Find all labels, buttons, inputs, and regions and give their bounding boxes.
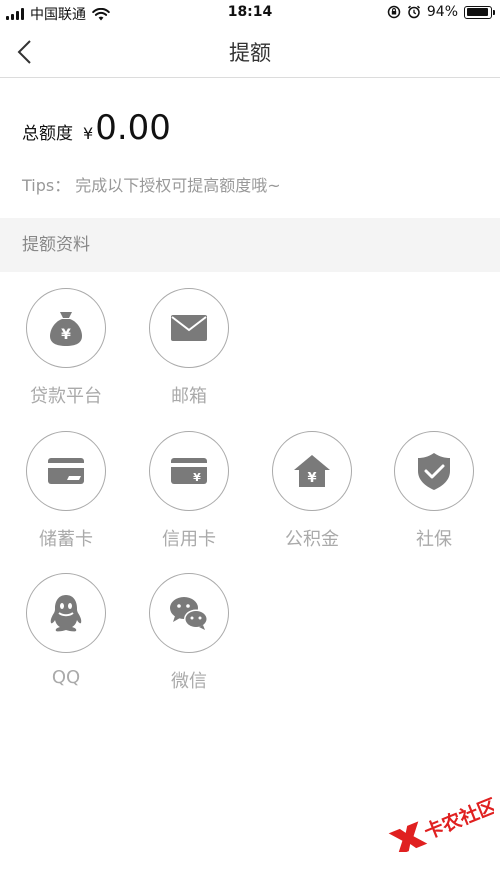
svg-text:¥: ¥ <box>193 471 201 484</box>
amount-value: 0.00 <box>95 108 171 148</box>
item-debit-card[interactable]: 储蓄卡 <box>5 431 127 551</box>
svg-text:¥: ¥ <box>307 471 316 486</box>
item-label: 社保 <box>416 529 452 550</box>
status-bar: 中国联通 18:14 94% <box>0 0 500 26</box>
item-circle <box>26 573 106 653</box>
item-circle <box>394 431 474 511</box>
battery-percent: 94% <box>426 4 458 20</box>
watermark-logo: 卡农社区 <box>382 792 500 856</box>
item-credit-card[interactable]: ¥ 信用卡 <box>128 431 250 551</box>
item-qq[interactable]: QQ <box>5 573 127 688</box>
tips-text: Tips： 完成以下授权可提高额度哦~ <box>22 176 281 195</box>
item-wechat[interactable]: 微信 <box>128 573 250 693</box>
shield-check-icon <box>418 453 450 490</box>
nav-bar: 提额 <box>0 26 500 78</box>
phone-screen: 中国联通 18:14 94% 提额 总额度 ¥ 0.00 Tips： 完成以下授… <box>0 0 500 888</box>
item-circle <box>26 431 106 511</box>
rotation-lock-icon <box>387 5 401 19</box>
item-circle <box>149 288 229 368</box>
item-label: 公积金 <box>285 529 339 550</box>
item-label: 贷款平台 <box>30 386 102 407</box>
item-loan-platform[interactable]: ¥ 贷款平台 <box>5 288 127 408</box>
item-label: 微信 <box>171 671 207 692</box>
page-title: 提额 <box>229 41 271 65</box>
money-bag-icon: ¥ <box>50 312 82 346</box>
svg-text:¥: ¥ <box>61 327 71 343</box>
house-fund-icon: ¥ <box>294 455 330 487</box>
total-amount: 总额度 ¥ 0.00 <box>22 108 171 148</box>
section-header: 提额资料 <box>0 218 500 272</box>
item-circle: ¥ <box>26 288 106 368</box>
envelope-icon <box>171 315 207 341</box>
battery-icon <box>464 5 495 19</box>
item-circle <box>149 573 229 653</box>
wechat-icon <box>170 597 208 630</box>
debit-card-icon <box>48 458 84 484</box>
alarm-icon <box>407 5 420 19</box>
item-circle: ¥ <box>149 431 229 511</box>
status-right: 94% <box>387 4 495 20</box>
item-label: 信用卡 <box>162 529 216 550</box>
watermark-text: 卡农社区 <box>421 794 494 844</box>
item-circle: ¥ <box>272 431 352 511</box>
amount-label: 总额度 <box>22 124 73 144</box>
item-housing-fund[interactable]: ¥ 公积金 <box>251 431 373 551</box>
amount-currency: ¥ <box>83 124 94 143</box>
battery-fill <box>466 8 489 16</box>
item-label: 邮箱 <box>171 386 207 407</box>
item-label: 储蓄卡 <box>39 529 93 550</box>
item-email[interactable]: 邮箱 <box>128 288 250 408</box>
qq-penguin-icon <box>50 595 82 632</box>
credit-card-icon: ¥ <box>171 458 207 484</box>
item-label: QQ <box>51 667 81 688</box>
item-social-security[interactable]: 社保 <box>373 431 495 551</box>
